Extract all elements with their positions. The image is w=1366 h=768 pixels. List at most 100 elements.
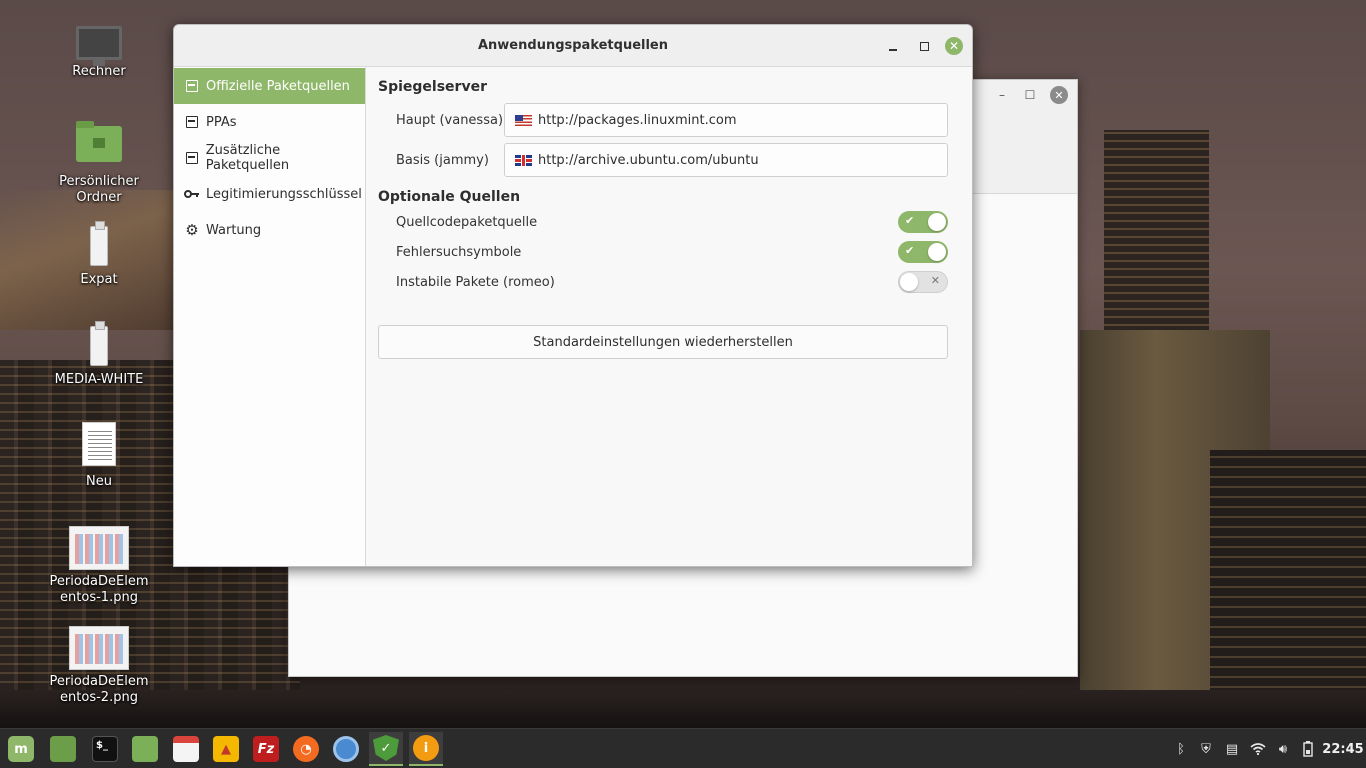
desktop-icon-home[interactable]: Persönlicher Ordner (44, 121, 154, 206)
desktop-icon-label: Neu (86, 474, 112, 489)
restore-defaults-button[interactable]: Standardeinstellungen wiederherstellen (378, 325, 948, 359)
mirror-main-field[interactable]: http://packages.linuxmint.com (504, 103, 948, 137)
desktop-icon-label: Rechner (72, 64, 126, 79)
taskbar-chromium[interactable] (329, 732, 363, 766)
wifi-icon[interactable] (1248, 729, 1268, 768)
terminal-icon: $_ (92, 736, 118, 762)
chromium-icon (333, 736, 359, 762)
sidebar-item-label: Zusätzliche Paketquellen (205, 143, 290, 173)
mint-menu-button[interactable]: m (4, 732, 38, 766)
sidebar-item-label: Offizielle Paketquellen (206, 78, 350, 94)
gear-icon: ⚙ (185, 221, 199, 239)
uk-flag-icon (515, 154, 532, 166)
firefox-icon: ◔ (293, 736, 319, 762)
files-icon (50, 736, 76, 762)
desktop-icon-image-2[interactable]: PeriodaDeElementos-2.png (44, 626, 154, 706)
sidebar-item-label: PPAs (206, 114, 237, 130)
usb-drive-icon (90, 221, 108, 266)
close-button[interactable]: ✕ (945, 37, 963, 55)
taskbar-files[interactable] (46, 732, 80, 766)
desktop-icon-neu[interactable]: Neu (44, 422, 154, 490)
maximize-button[interactable] (915, 37, 933, 55)
clock[interactable]: 22:45 (1322, 729, 1364, 768)
debug-symbols-switch[interactable]: ✔ (898, 241, 948, 263)
image-file-icon (69, 626, 129, 670)
home-folder-icon (76, 121, 122, 162)
window-title: Anwendungspaketquellen (477, 38, 669, 53)
mirror-row-base: Basis (jammy) http://archive.ubuntu.com/… (378, 140, 948, 180)
desktop-icon-computer[interactable]: Rechner (44, 26, 154, 80)
toggle-row-unstable: Instabile Pakete (romeo) ✕ (378, 267, 948, 297)
mirror-row-main: Haupt (vanessa) http://packages.linuxmin… (378, 100, 948, 140)
package-icon (184, 150, 200, 166)
taskbar-filezilla[interactable]: Fz (249, 732, 283, 766)
minimize-icon[interactable]: – (993, 86, 1011, 104)
desktop-icon-label: Expat (80, 272, 118, 287)
mirror-base-url: http://archive.ubuntu.com/ubuntu (538, 152, 759, 168)
main-content: Spiegelserver Haupt (vanessa) http://pac… (366, 67, 972, 566)
computer-icon (76, 26, 122, 66)
bluetooth-icon[interactable]: ᛒ (1172, 729, 1190, 768)
check-icon: ✔ (905, 214, 915, 227)
check-icon: ✔ (905, 244, 915, 257)
sidebar-item-label: Wartung (206, 222, 262, 238)
key-icon (184, 186, 200, 202)
close-icon: ✕ (948, 39, 960, 53)
toggle-row-source-code: Quellcodepaketquelle ✔ (378, 207, 948, 237)
clipboard-icon[interactable]: ▤ (1224, 729, 1240, 768)
sidebar-item-ppas[interactable]: PPAs (174, 104, 365, 140)
calendar-icon (173, 736, 199, 762)
mirror-base-label: Basis (jammy) (396, 152, 489, 168)
info-icon: i (413, 735, 439, 761)
desktop-icon-label: Persönlicher Ordner (59, 174, 139, 205)
volume-icon[interactable]: 🔊︎ (1274, 729, 1292, 768)
taskbar-calendar[interactable] (169, 732, 203, 766)
vlc-icon: ▲ (213, 736, 239, 762)
battery-icon[interactable] (1300, 729, 1316, 768)
close-icon[interactable]: ✕ (1050, 86, 1068, 104)
source-code-switch[interactable]: ✔ (898, 211, 948, 233)
sidebar: Offizielle Paketquellen PPAs Zusätzliche… (174, 67, 366, 566)
minimize-icon (889, 49, 897, 51)
filezilla-icon: Fz (253, 736, 279, 762)
optional-section-title: Optionale Quellen (378, 189, 521, 205)
sidebar-item-label: Legitimierungsschlüssel (206, 186, 362, 202)
taskbar-terminal[interactable]: $_ (88, 732, 122, 766)
package-icon (184, 114, 200, 130)
sidebar-item-auth-keys[interactable]: Legitimierungsschlüssel (174, 176, 365, 212)
toggle-label: Quellcodepaketquelle (396, 214, 538, 230)
taskbar-vlc[interactable]: ▲ (209, 732, 243, 766)
mirror-main-label: Haupt (vanessa) (396, 112, 504, 128)
x-icon: ✕ (930, 274, 940, 287)
toggle-label: Fehlersuchsymbole (396, 244, 522, 260)
update-manager-icon: ✓ (373, 735, 399, 761)
toggle-label: Instabile Pakete (romeo) (396, 274, 555, 290)
desktop-icon-label: PeriodaDeElementos-1.png (49, 574, 149, 605)
desktop-icon-expat[interactable]: Expat (44, 221, 154, 288)
image-file-icon (69, 526, 129, 570)
document-icon (82, 422, 116, 466)
shield-icon[interactable]: ⛨ (1196, 729, 1216, 768)
taskbar-folder[interactable] (128, 732, 162, 766)
unstable-packages-switch[interactable]: ✕ (898, 271, 948, 293)
minimize-button[interactable] (884, 37, 902, 55)
titlebar[interactable]: Anwendungspaketquellen ✕ (174, 25, 972, 67)
usb-drive-icon (90, 321, 108, 366)
sidebar-item-maintenance[interactable]: ⚙ Wartung (174, 212, 365, 248)
desktop-icon-image-1[interactable]: PeriodaDeElementos-1.png (44, 526, 154, 606)
mirror-base-field[interactable]: http://archive.ubuntu.com/ubuntu (504, 143, 948, 177)
taskbar: m $_ ▲ Fz ◔ ✓ i ᛒ ⛨ ▤ 🔊︎ 22:45 (0, 728, 1366, 768)
maximize-icon[interactable]: ☐ (1021, 86, 1039, 104)
desktop-icon-media-white[interactable]: MEDIA-WHITE (44, 321, 154, 388)
sidebar-item-official-sources[interactable]: Offizielle Paketquellen (174, 68, 365, 104)
sidebar-item-additional-sources[interactable]: Zusätzliche Paketquellen (174, 140, 365, 176)
taskbar-info[interactable]: i (409, 732, 443, 766)
package-icon (184, 78, 200, 94)
toggle-row-debug-symbols: Fehlersuchsymbole ✔ (378, 237, 948, 267)
desktop-icon-label: MEDIA-WHITE (54, 372, 144, 387)
maximize-icon (919, 41, 929, 51)
taskbar-update-manager[interactable]: ✓ (369, 732, 403, 766)
mirrors-section-title: Spiegelserver (378, 79, 487, 95)
taskbar-firefox[interactable]: ◔ (289, 732, 323, 766)
desktop-icon-label: PeriodaDeElementos-2.png (49, 674, 149, 705)
